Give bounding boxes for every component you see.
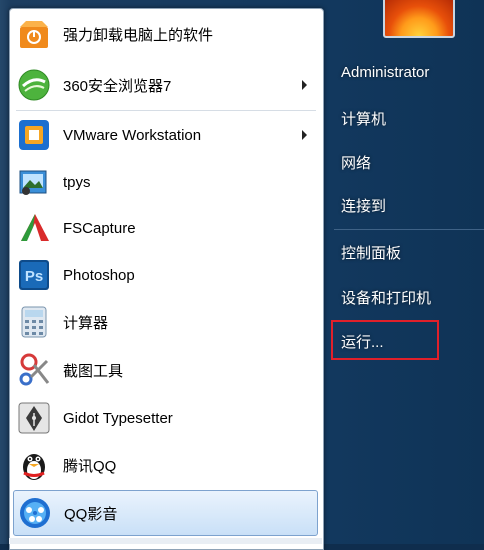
program-label: 腾讯QQ	[63, 457, 117, 475]
calculator-icon	[17, 305, 51, 339]
program-label: 计算器	[63, 314, 109, 332]
menu-item-connect-to[interactable]: 连接到	[341, 195, 386, 216]
program-item-vmware[interactable]: VMware Workstation	[10, 112, 321, 158]
snipping-tool-icon	[17, 353, 51, 387]
menu-separator	[334, 229, 484, 230]
start-menu: 强力卸载电脑上的软件 360安全浏览器7 VMware Workstation …	[0, 0, 484, 550]
qq-penguin-icon	[17, 448, 51, 482]
program-item-fscapture[interactable]: FSCapture	[10, 205, 321, 251]
menu-item-computer[interactable]: 计算机	[341, 108, 386, 129]
program-item-calculator[interactable]: 计算器	[10, 299, 321, 345]
svg-text:Ps: Ps	[25, 268, 43, 285]
program-item-qq-player[interactable]: QQ影音	[13, 490, 318, 536]
run-highlight-box	[331, 320, 439, 360]
menu-item-network[interactable]: 网络	[341, 152, 371, 173]
image-compress-icon	[17, 165, 51, 199]
submenu-arrow-icon[interactable]	[302, 80, 307, 90]
program-item-snipping-tool[interactable]: 截图工具	[10, 347, 321, 393]
program-label: 强力卸载电脑上的软件	[63, 26, 214, 44]
program-item-qq[interactable]: 腾讯QQ	[10, 442, 321, 488]
list-bottom-edge	[9, 538, 322, 544]
program-label: Gidot Typesetter	[63, 409, 173, 427]
program-item-photoshop[interactable]: Ps Photoshop	[10, 252, 321, 298]
menu-item-administrator[interactable]: Administrator	[341, 64, 429, 81]
fountain-pen-icon	[17, 401, 51, 435]
program-list: 强力卸载电脑上的软件 360安全浏览器7 VMware Workstation …	[9, 8, 324, 550]
program-label: 截图工具	[63, 362, 124, 380]
photoshop-icon: Ps	[17, 258, 51, 292]
program-item-tpys[interactable]: tpys	[10, 159, 321, 205]
uninstall-box-icon	[17, 17, 51, 51]
menu-item-control-panel[interactable]: 控制面板	[341, 242, 401, 263]
program-item-360-browser[interactable]: 360安全浏览器7	[10, 62, 321, 108]
program-label: Photoshop	[63, 266, 135, 284]
program-label: tpys	[63, 173, 91, 191]
user-avatar[interactable]	[383, 0, 455, 38]
360-browser-icon	[17, 68, 51, 102]
qq-player-icon	[18, 496, 52, 530]
program-label: VMware Workstation	[63, 126, 202, 144]
list-separator	[16, 110, 316, 111]
program-item-uninstaller[interactable]: 强力卸载电脑上的软件	[10, 11, 321, 57]
fscapture-icon	[17, 211, 51, 245]
program-label: 360安全浏览器7	[63, 77, 172, 95]
program-item-gidot-typesetter[interactable]: Gidot Typesetter	[10, 395, 321, 441]
program-label: FSCapture	[63, 219, 136, 237]
submenu-arrow-icon[interactable]	[302, 130, 307, 140]
vmware-icon	[17, 118, 51, 152]
menu-item-devices-printers[interactable]: 设备和打印机	[341, 287, 431, 308]
program-label: QQ影音	[64, 505, 118, 523]
